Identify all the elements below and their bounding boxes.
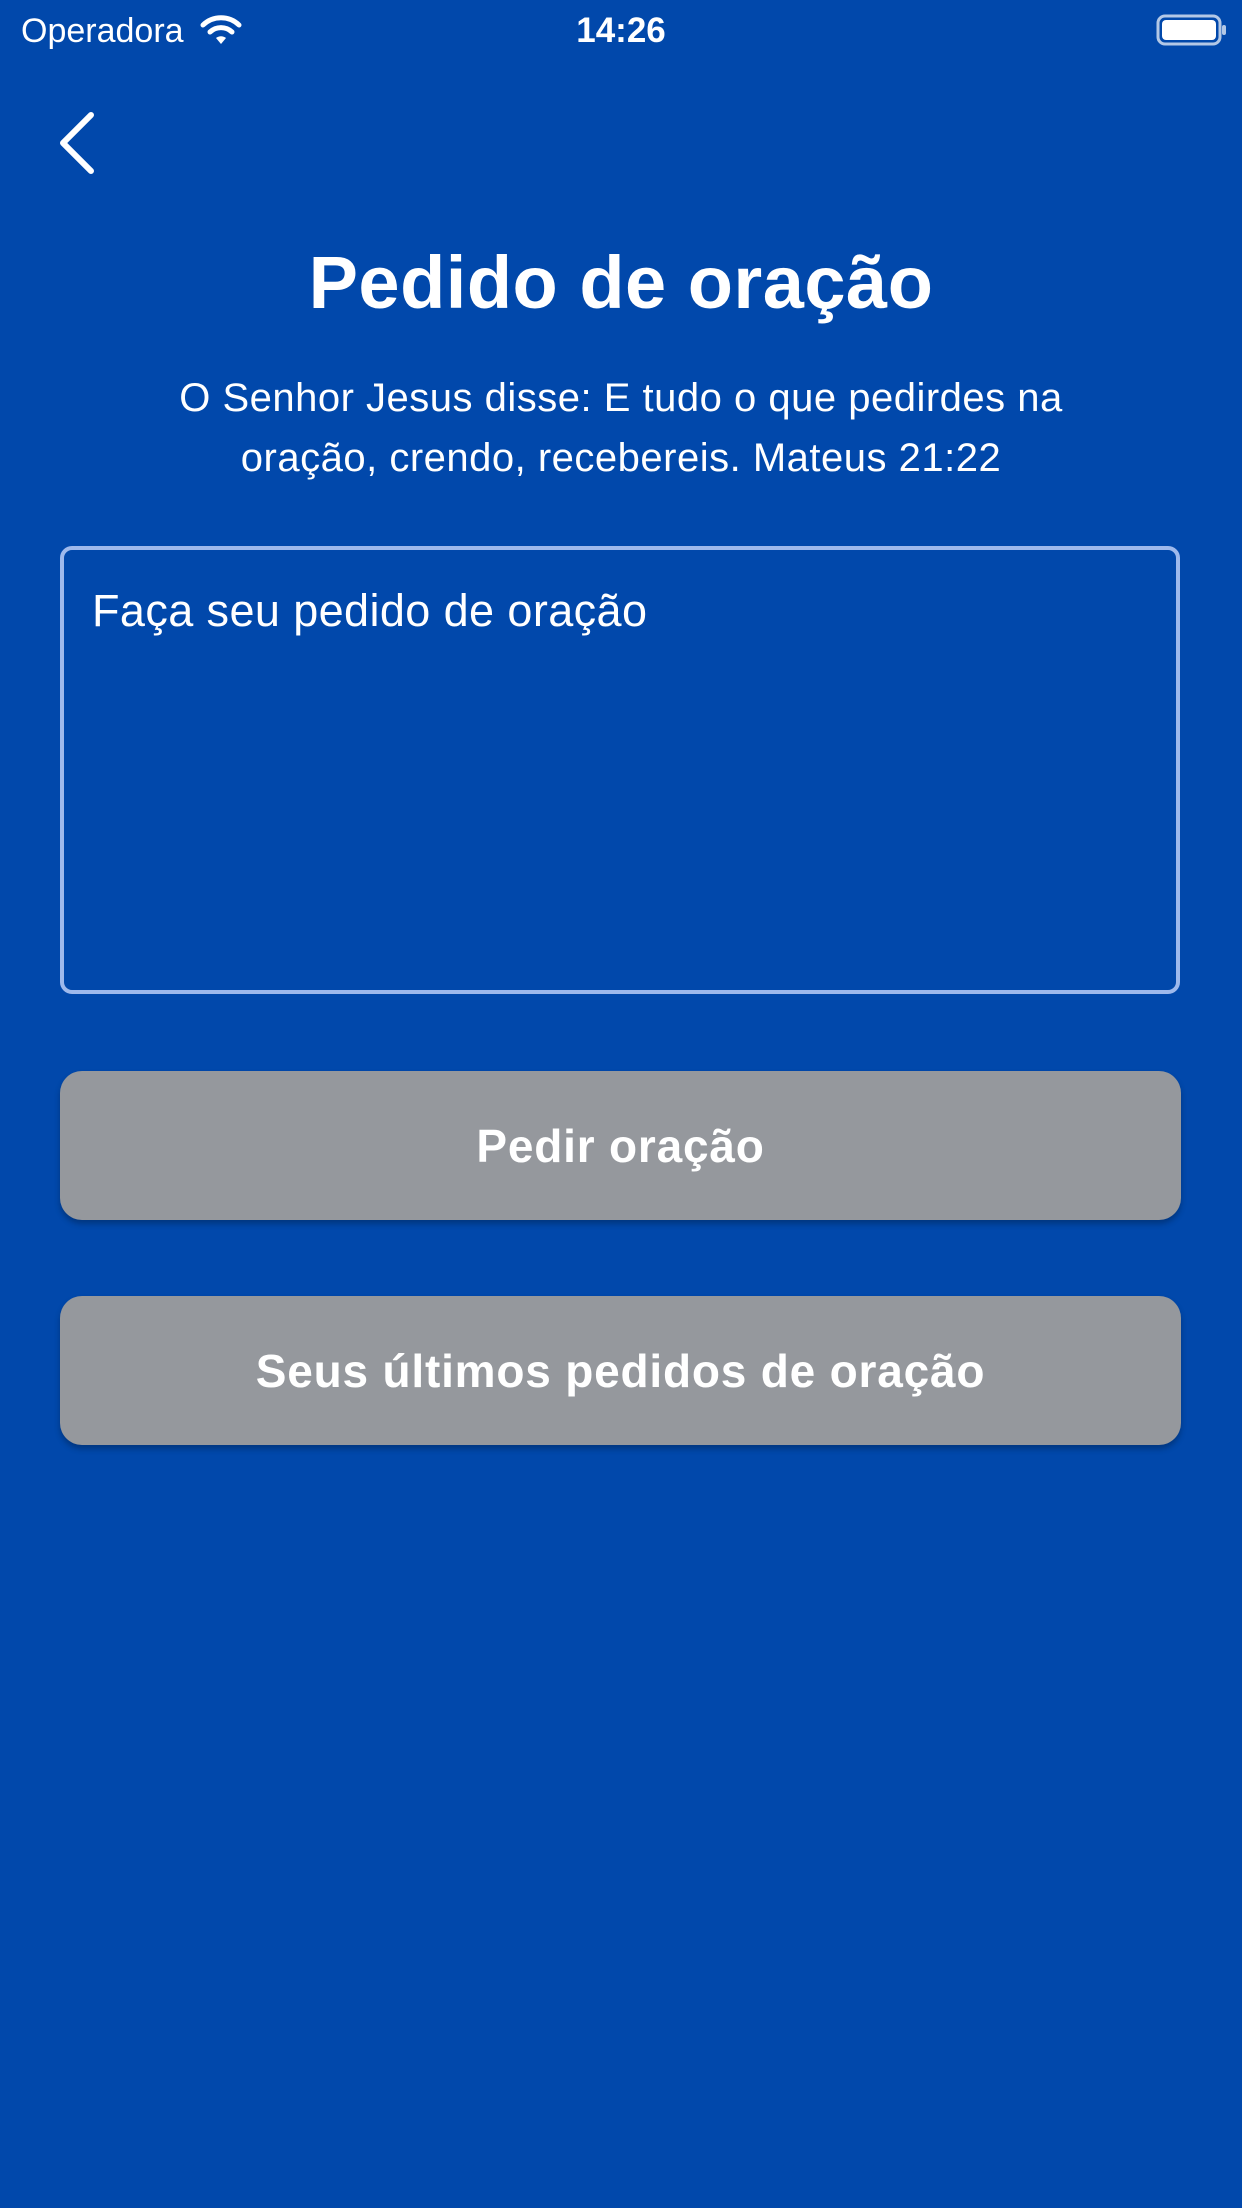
recent-requests-button[interactable]: Seus últimos pedidos de oração bbox=[60, 1296, 1181, 1445]
back-button[interactable] bbox=[55, 108, 115, 178]
battery-icon bbox=[1156, 14, 1226, 46]
prayer-request-input[interactable]: Faça seu pedido de oração bbox=[60, 546, 1180, 994]
bible-verse: O Senhor Jesus disse: E tudo o que pedir… bbox=[179, 376, 1063, 480]
chevron-left-icon bbox=[60, 112, 94, 174]
status-time: 14:26 bbox=[576, 11, 666, 50]
request-prayer-button[interactable]: Pedir oração bbox=[60, 1071, 1181, 1220]
status-bar: Operadora 14:26 bbox=[0, 0, 1242, 62]
page-title: Pedido de oração bbox=[308, 241, 934, 324]
prayer-request-placeholder: Faça seu pedido de oração bbox=[92, 585, 648, 636]
